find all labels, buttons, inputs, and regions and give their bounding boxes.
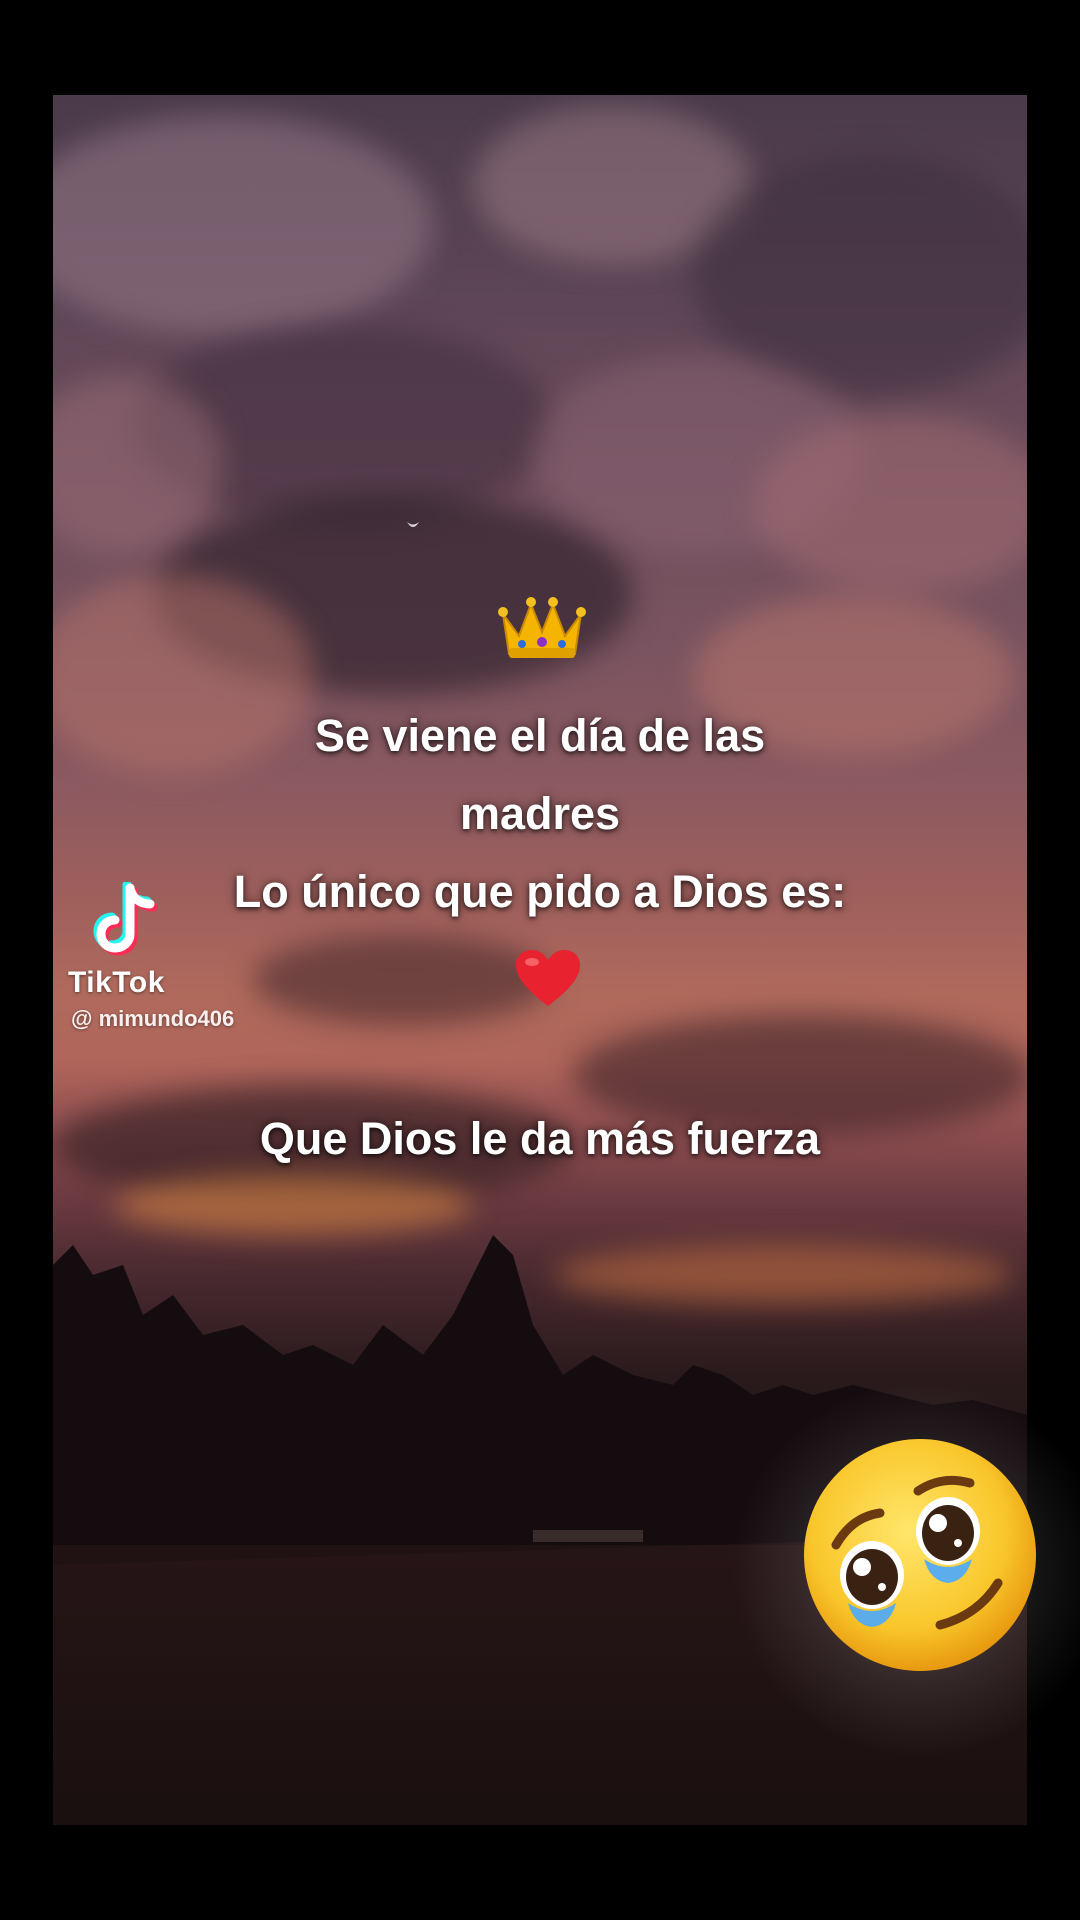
caption-line-3: Lo único que pido a Dios es: (233, 866, 847, 917)
tiktok-logo-icon (93, 882, 158, 956)
cloud (253, 935, 553, 1025)
red-heart-icon (516, 950, 580, 1006)
tiktok-brand-label: TikTok (68, 966, 165, 999)
crown-icon (498, 597, 586, 658)
caption-line-2: madres (459, 788, 621, 839)
tiktok-username[interactable]: @ mimundo406 (71, 1006, 234, 1032)
cloud (753, 415, 1027, 595)
cloud (53, 115, 433, 335)
video-frame: Se viene el día de las madres Lo único q… (0, 0, 1080, 1920)
pleading-face-icon (804, 1439, 1036, 1671)
caption-line-1: Se viene el día de las (314, 710, 766, 761)
crescent-moon-icon (407, 522, 419, 527)
caption-line-5: Que Dios le da más fuerza (259, 1113, 821, 1164)
